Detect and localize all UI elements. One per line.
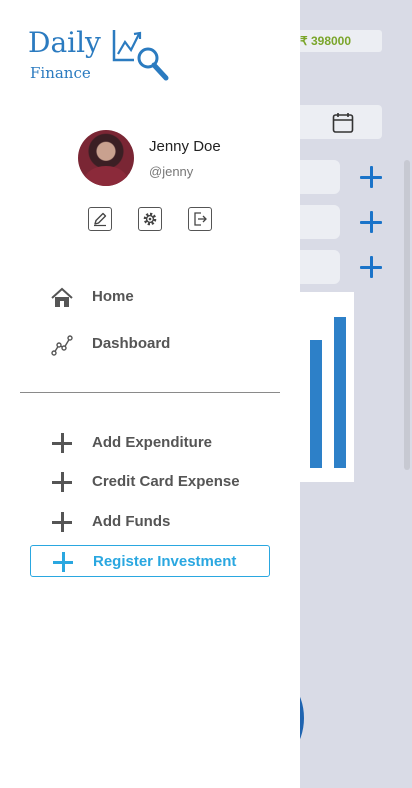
action-add-expenditure[interactable]: Add Expenditure xyxy=(30,427,270,459)
logout-icon xyxy=(194,212,207,226)
user-name: Jenny Doe xyxy=(149,138,221,155)
action-label: Credit Card Expense xyxy=(92,473,240,490)
bar-chart-card xyxy=(294,292,354,482)
add-row-icon[interactable] xyxy=(359,165,383,189)
action-label: Register Investment xyxy=(93,553,237,570)
action-register-investment[interactable]: Register Investment xyxy=(30,545,270,577)
logo-subtitle: Finance xyxy=(30,64,91,82)
plus-icon xyxy=(51,511,73,533)
nav-item-home[interactable]: Home xyxy=(48,284,278,312)
add-row-icon[interactable] xyxy=(359,255,383,279)
action-add-funds[interactable]: Add Funds xyxy=(30,506,270,538)
date-field[interactable] xyxy=(290,105,382,139)
plus-icon xyxy=(51,432,73,454)
logo-magnifier-icon xyxy=(112,30,169,81)
settings-button[interactable] xyxy=(138,207,162,231)
logout-button[interactable] xyxy=(188,207,212,231)
chart-line-icon xyxy=(51,335,73,356)
menu-divider xyxy=(20,392,280,393)
gear-icon xyxy=(143,212,157,226)
avatar[interactable] xyxy=(78,130,134,186)
nav-item-label: Dashboard xyxy=(92,335,171,352)
scrollbar[interactable] xyxy=(404,160,410,470)
app-logo: Daily Finance xyxy=(28,26,178,90)
action-credit-card-expense[interactable]: Credit Card Expense xyxy=(30,466,270,498)
edit-profile-button[interactable] xyxy=(88,207,112,231)
plus-icon xyxy=(52,551,74,573)
calendar-icon[interactable] xyxy=(332,112,354,134)
plus-icon xyxy=(51,471,73,493)
balance-display: ₹ 398000 xyxy=(292,30,382,52)
nav-item-dashboard[interactable]: Dashboard xyxy=(48,331,278,359)
logo-word: Daily xyxy=(28,26,101,59)
add-row-icon[interactable] xyxy=(359,210,383,234)
home-icon xyxy=(51,287,73,307)
user-handle: @jenny xyxy=(149,164,194,179)
navigation-drawer: Daily Finance Jenny Doe @jenny Home Dash… xyxy=(0,0,300,788)
action-label: Add Funds xyxy=(92,513,171,530)
chart-bar xyxy=(334,317,346,468)
avatar-figure xyxy=(84,166,128,186)
action-label: Add Expenditure xyxy=(92,434,213,451)
nav-item-label: Home xyxy=(92,288,134,305)
edit-icon xyxy=(94,212,107,227)
chart-bar xyxy=(310,340,322,468)
